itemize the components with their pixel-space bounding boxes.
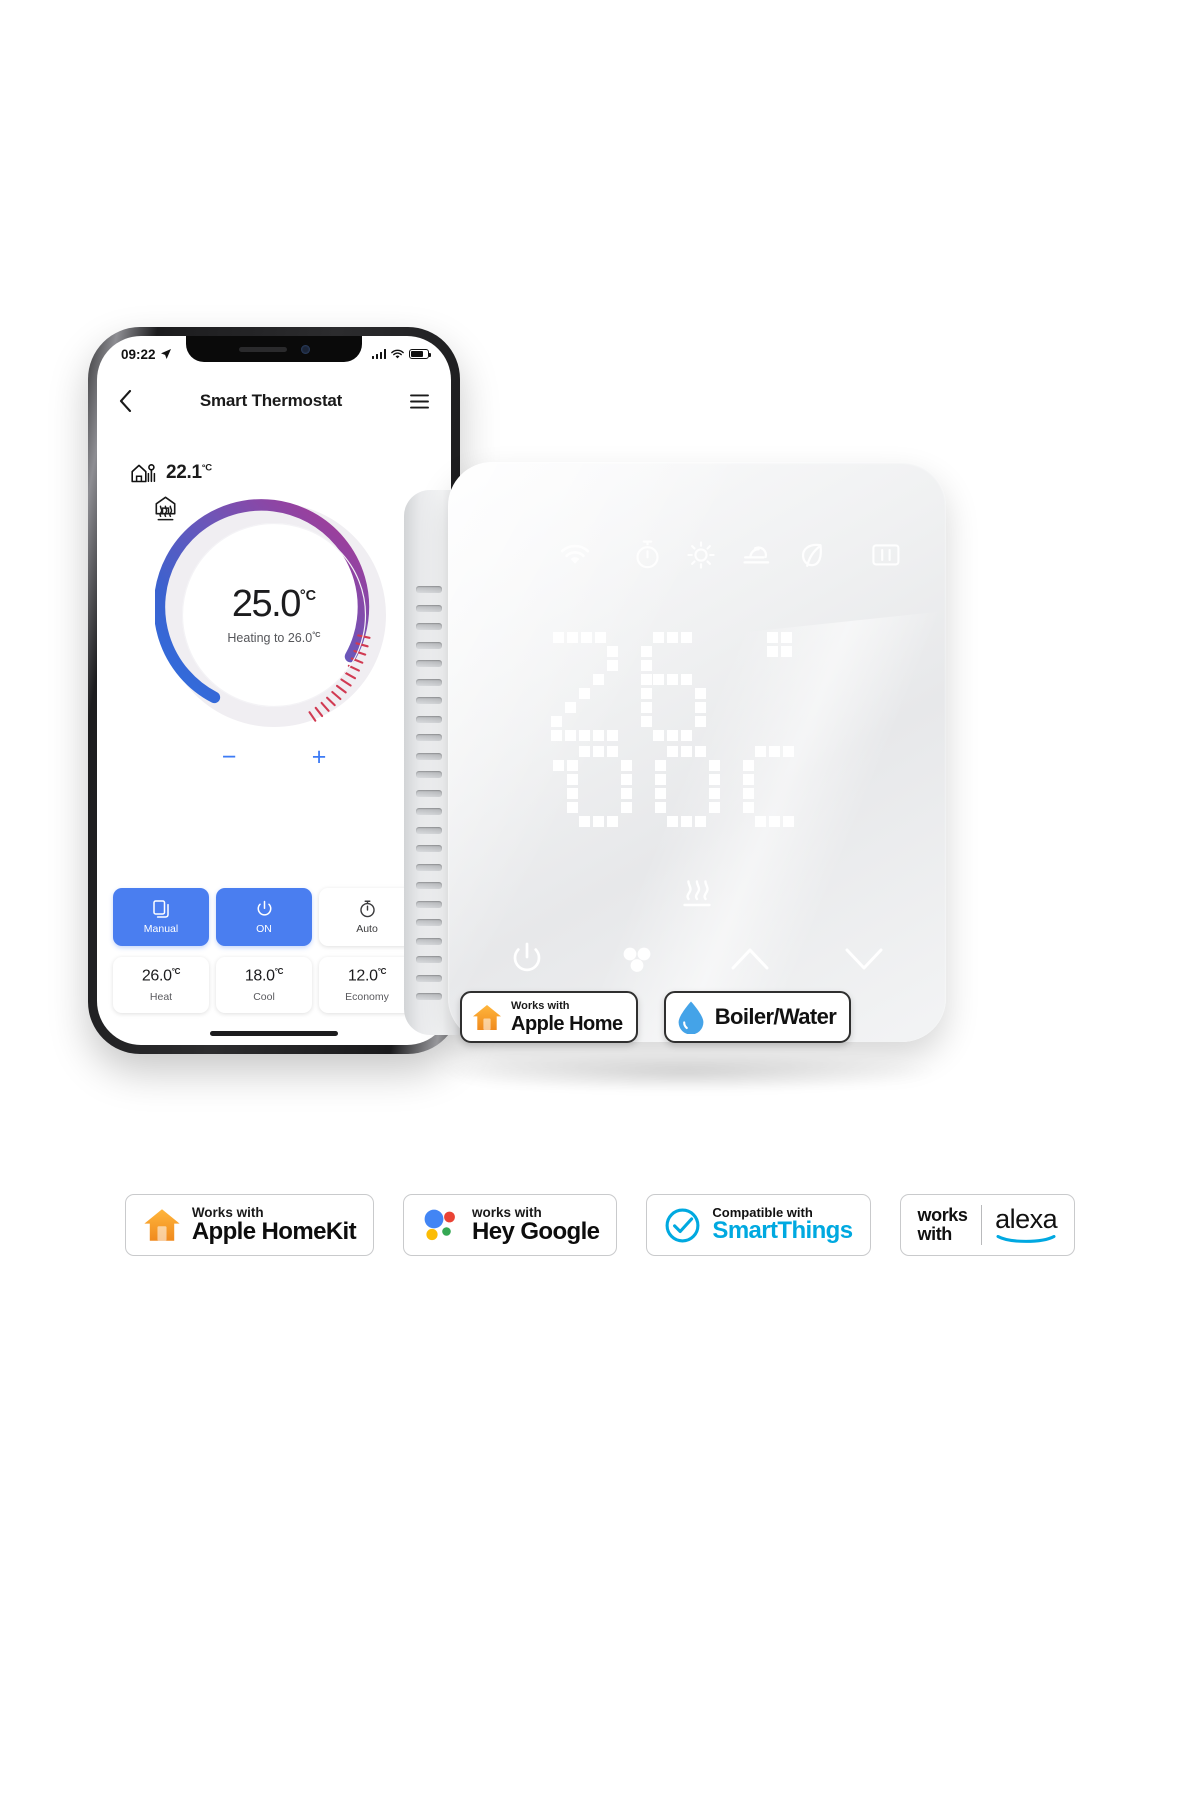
alexa-brand-text: alexa [995, 1204, 1058, 1235]
cert-smartthings: Compatible with SmartThings [646, 1194, 871, 1256]
device-status-icon-row [448, 540, 946, 569]
wifi-icon [560, 544, 590, 564]
mode-label: Manual [143, 922, 179, 935]
screen-lock-icon [872, 543, 900, 565]
status-bar-time: 09:22 [121, 346, 156, 362]
google-assistant-icon [424, 1209, 455, 1241]
preset-temperature-row: 26.0°C Heat 18.0°C Cool 12.0°C Economy [97, 957, 451, 1013]
hamburger-menu-icon[interactable] [410, 393, 429, 409]
mode-button-manual[interactable]: Manual [113, 888, 209, 946]
page-title: Smart Thermostat [199, 391, 343, 410]
certification-badge-strip: Works with Apple HomeKit works with Hey … [0, 1194, 1200, 1256]
thermostat-screen-body: 22.1°C 25.0 °C Heating to 26.0°C − + Man… [97, 422, 451, 1045]
preset-value: 26.0°C [141, 967, 181, 985]
apple-homekit-icon [144, 1209, 180, 1241]
dial-status-text: Heating to 26.0°C [227, 629, 321, 646]
timer-icon [636, 540, 659, 569]
sleep-mode-icon [743, 545, 770, 564]
cert-big-text: Hey Google [472, 1217, 600, 1245]
device-touch-controls [448, 942, 946, 976]
preset-heat[interactable]: 26.0°C Heat [113, 957, 209, 1013]
battery-icon [409, 349, 431, 359]
device-front-face [448, 462, 946, 1042]
ambient-temperature-row: 22.1°C [97, 422, 451, 484]
preset-value: 12.0°C [347, 967, 387, 985]
front-camera-icon [300, 344, 310, 354]
preset-cool[interactable]: 18.0°C Cool [216, 957, 312, 1013]
wifi-icon [391, 349, 404, 358]
phone-notch [186, 336, 362, 362]
preset-economy[interactable]: 12.0°C Economy [319, 957, 415, 1013]
apple-home-icon [473, 1004, 501, 1030]
preset-label: Economy [345, 990, 389, 1003]
timer-icon [359, 900, 375, 917]
mode-button-auto[interactable]: Auto [319, 888, 415, 946]
chevron-left-icon[interactable] [119, 390, 132, 412]
mode-button-row: Manual ON Auto [97, 888, 451, 946]
badge-apple-home: Works with Apple Home [460, 991, 638, 1043]
earpiece-speaker [238, 346, 287, 352]
card-stack-icon [152, 899, 169, 918]
cellular-bars-icon [371, 349, 386, 359]
led-temperature-display [448, 628, 946, 848]
location-arrow-icon [160, 349, 171, 359]
led-digits [551, 632, 794, 827]
comfort-sun-icon [687, 540, 715, 569]
water-drop-icon [678, 1001, 704, 1034]
power-icon [257, 900, 271, 916]
preset-value: 18.0°C [244, 967, 284, 985]
cert-hey-google: works with Hey Google [403, 1194, 618, 1256]
decrease-temperature-button[interactable]: − [214, 742, 244, 772]
smartthings-check-icon [665, 1208, 700, 1242]
increase-temperature-button[interactable]: + [304, 742, 334, 772]
badge-small-text: Works with [511, 999, 570, 1012]
phone-screen: 09:22 Smart Thermostat 22.1°C 25.0 °C He… [97, 336, 451, 1045]
dial-target-temperature: 25.0 °C [231, 582, 317, 625]
mode-label: Auto [356, 922, 378, 935]
home-indicator-bar[interactable] [210, 1031, 338, 1036]
eco-leaf-icon [801, 543, 822, 567]
mode-button-on[interactable]: ON [216, 888, 312, 946]
cert-apple-homekit: Works with Apple HomeKit [124, 1194, 375, 1256]
chevron-up-icon[interactable] [730, 945, 770, 973]
preset-label: Cool [253, 990, 275, 1003]
smart-thermostat-device: Works with Apple Home Boiler/Water [404, 462, 946, 1066]
device-compatibility-badges: Works with Apple Home Boiler/Water [460, 991, 852, 1043]
chevron-down-icon[interactable] [844, 945, 884, 973]
cert-alexa: works with alexa [899, 1194, 1076, 1256]
badge-text: Boiler/Water [714, 1004, 837, 1029]
ambient-temperature-value: 22.1°C [166, 462, 212, 483]
cert-big-text: SmartThings [712, 1217, 853, 1245]
mode-label: ON [256, 922, 272, 935]
device-vent-grille [416, 586, 442, 1012]
dial-center-readout: 25.0 °C Heating to 26.0°C [155, 496, 393, 734]
device-mode-icons [635, 540, 826, 569]
preset-label: Heat [149, 990, 173, 1003]
app-navigation-bar: Smart Thermostat [97, 380, 451, 422]
temperature-dial[interactable]: 25.0 °C Heating to 26.0°C [155, 496, 393, 734]
alexa-icon: alexa [995, 1204, 1058, 1243]
device-heating-indicator [448, 876, 946, 909]
heating-waves-icon [683, 880, 711, 907]
badge-big-text: Apple Home [511, 1012, 623, 1035]
alexa-works-with-text: works with [917, 1205, 968, 1244]
alexa-smile-icon [996, 1234, 1056, 1243]
temperature-adjust-row: − + [97, 742, 451, 772]
power-icon[interactable] [510, 942, 544, 976]
product-image-canvas: 09:22 Smart Thermostat 22.1°C 25.0 °C He… [0, 0, 1200, 1800]
cert-big-text: Apple HomeKit [191, 1217, 357, 1245]
fan-icon[interactable] [618, 944, 656, 974]
alexa-divider [980, 1205, 983, 1245]
heating-waves-icon [157, 505, 174, 521]
home-sensor-icon [131, 463, 156, 482]
badge-boiler-water: Boiler/Water [663, 991, 852, 1043]
